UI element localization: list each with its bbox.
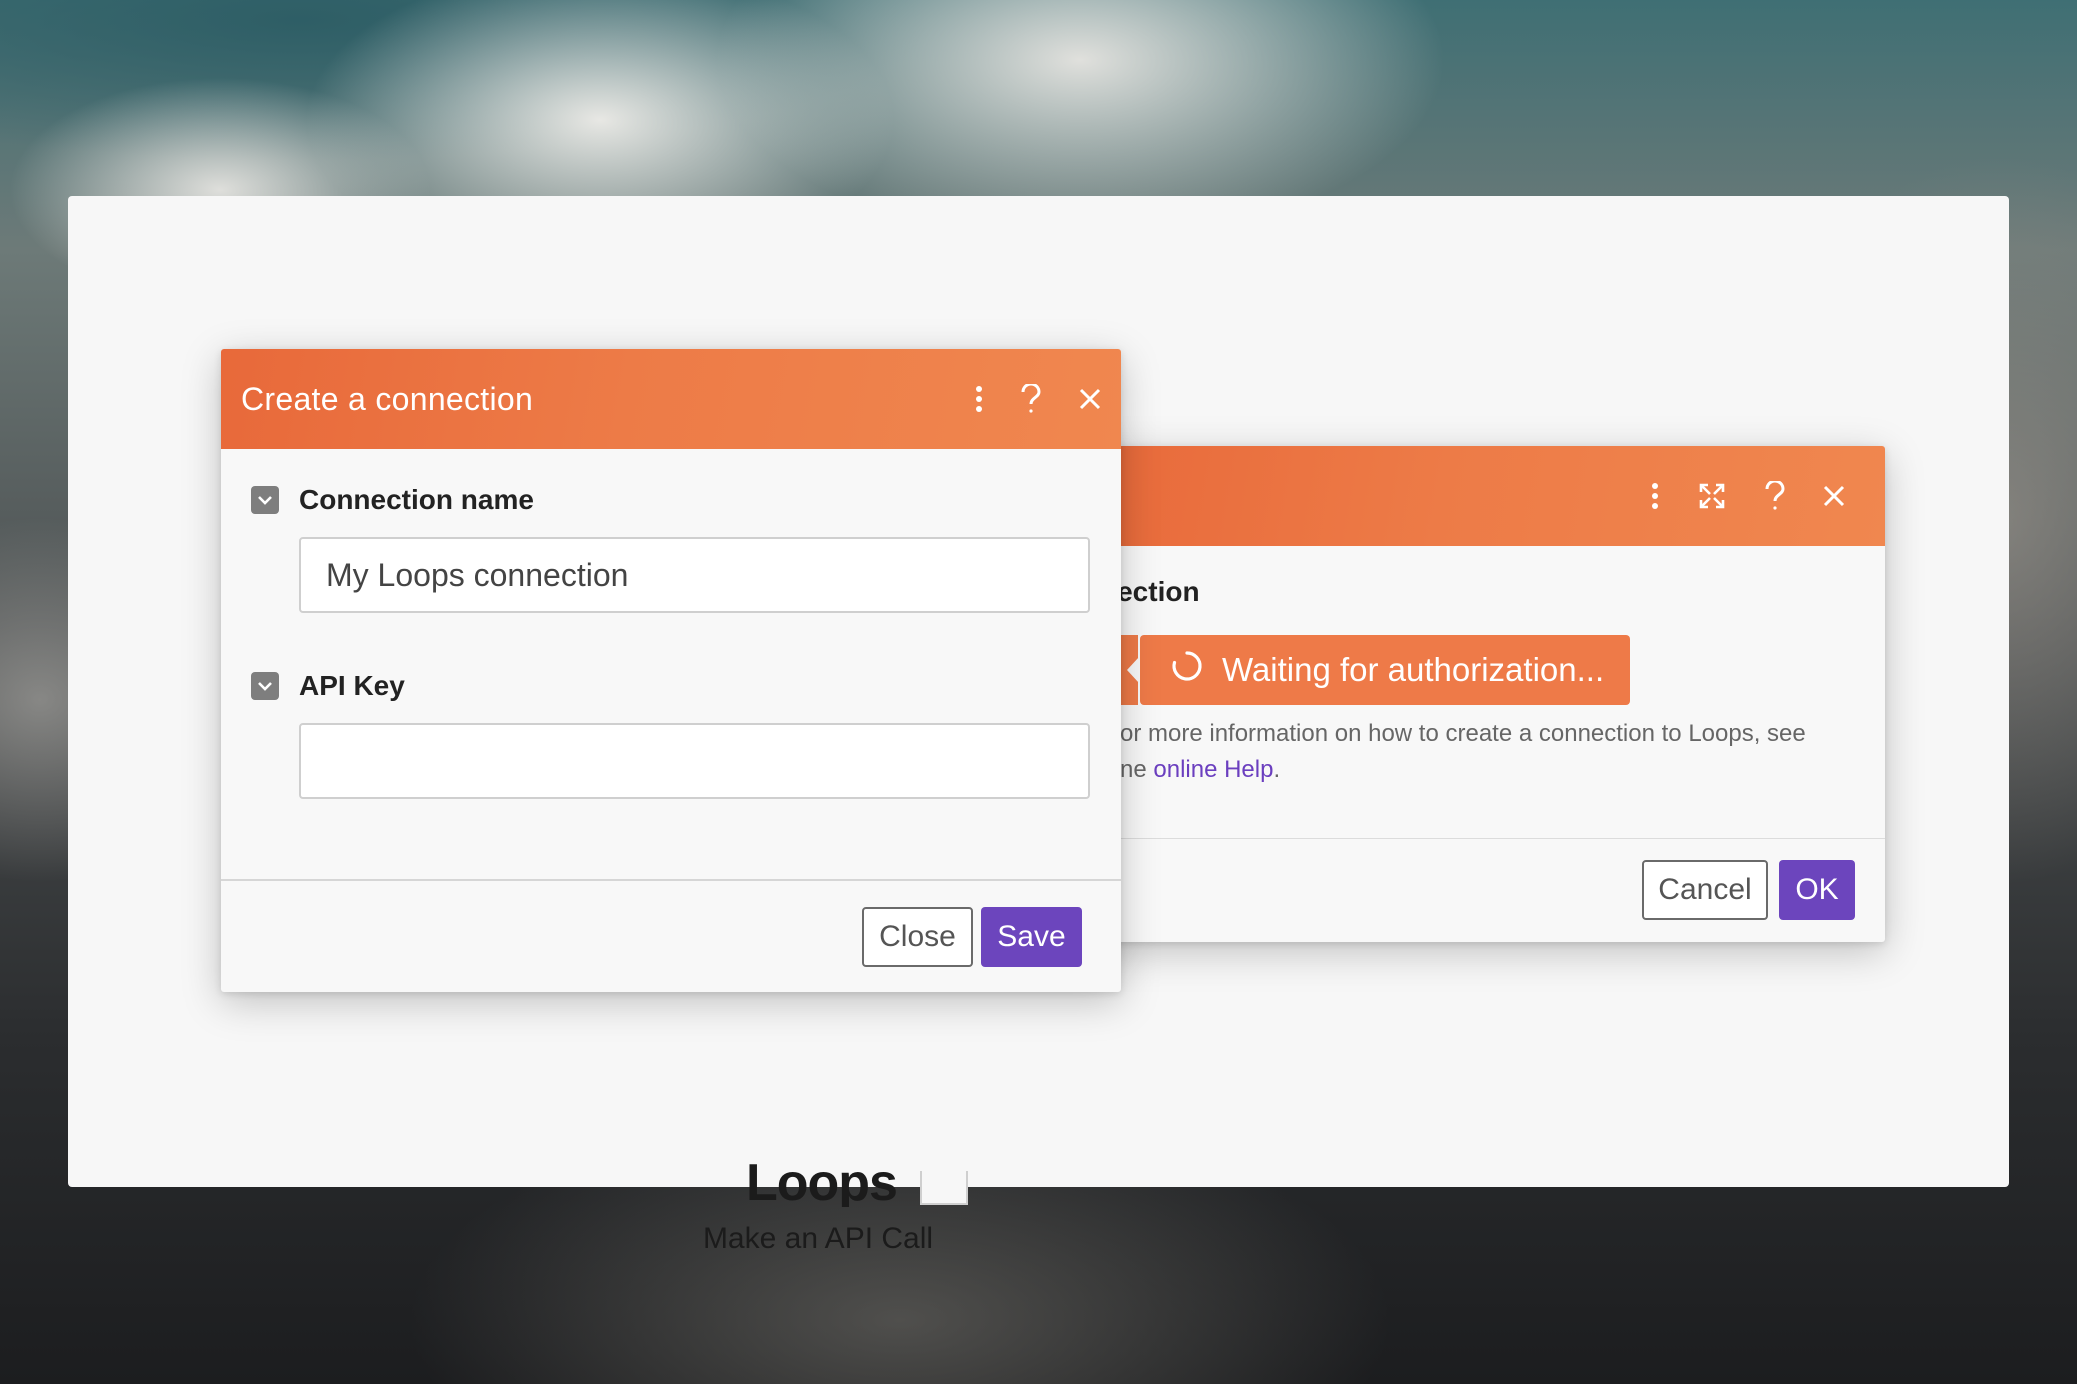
dialog-title: Create a connection	[241, 381, 534, 417]
connection-name-input[interactable]	[299, 537, 1090, 613]
cancel-button[interactable]: Cancel	[1642, 860, 1768, 920]
module-title: Loops	[746, 1154, 897, 1207]
chevron-down-icon	[258, 496, 272, 505]
connection-name-label: Connection name	[299, 484, 534, 515]
create-connection-dialog: Create a connection Connection name API …	[221, 349, 1121, 992]
authorization-button-label: Waiting for authorization...	[1222, 651, 1605, 688]
close-icon[interactable]	[1814, 476, 1854, 516]
back-dialog-header	[1080, 446, 1885, 546]
help-text-line-1: or more information on how to create a c…	[1120, 720, 1806, 747]
chevron-down-icon	[258, 682, 272, 691]
api-key-toggle[interactable]	[251, 672, 279, 700]
module-subtitle: Make an API Call	[702, 1222, 934, 1255]
save-button[interactable]: Save	[981, 907, 1082, 967]
api-key-label: API Key	[299, 670, 405, 701]
help-text-line-2-prefix: ne	[1120, 756, 1154, 783]
close-icon[interactable]	[1070, 379, 1110, 419]
close-button[interactable]: Close	[862, 907, 973, 967]
back-connection-dialog: nection Waiting for authorization... or …	[1080, 446, 1885, 942]
footer-divider	[1080, 838, 1885, 839]
help-icon[interactable]	[1755, 476, 1795, 516]
help-icon[interactable]	[1011, 379, 1051, 419]
front-dialog-header: Create a connection	[221, 349, 1121, 449]
api-key-input[interactable]	[299, 723, 1090, 799]
spinner-icon	[1170, 649, 1204, 691]
module-badge	[920, 1171, 968, 1205]
more-vertical-icon[interactable]	[1635, 476, 1675, 516]
more-vertical-icon[interactable]	[959, 379, 999, 419]
connection-name-toggle[interactable]	[251, 486, 279, 514]
expand-icon[interactable]	[1692, 476, 1732, 516]
online-help-link[interactable]: online Help	[1153, 756, 1273, 783]
help-text: or more information on how to create a c…	[1120, 716, 1860, 788]
help-text-line-2: ne online Help.	[1120, 752, 1860, 788]
help-text-suffix: .	[1273, 756, 1281, 783]
ok-button[interactable]: OK	[1779, 860, 1855, 920]
footer-divider	[221, 879, 1121, 881]
authorization-button[interactable]: Waiting for authorization...	[1140, 635, 1630, 705]
